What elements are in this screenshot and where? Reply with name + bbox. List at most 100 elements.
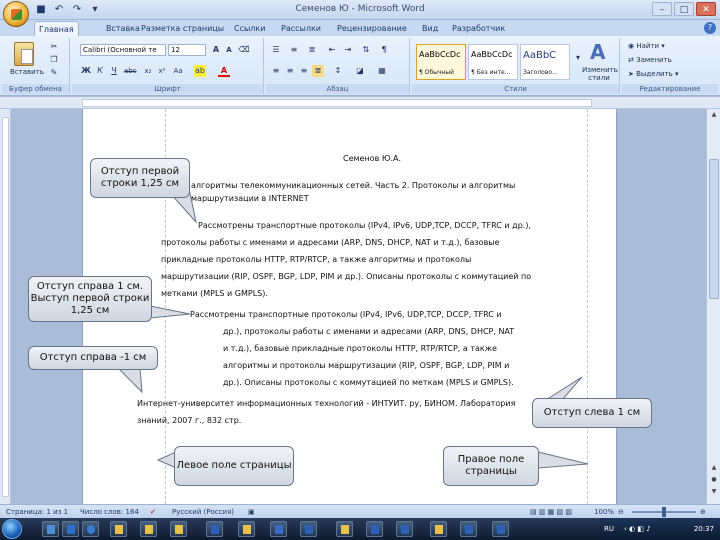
tab-page-layout[interactable]: Разметка страницы bbox=[137, 21, 228, 36]
select-button[interactable]: ➤ Выделить ▾ bbox=[628, 70, 679, 78]
start-button[interactable] bbox=[2, 519, 22, 539]
strikethrough-icon[interactable]: abc bbox=[124, 65, 137, 77]
change-styles-icon[interactable]: A bbox=[590, 40, 605, 64]
decrease-indent-icon[interactable]: ⇤ bbox=[326, 44, 338, 56]
font-color-icon[interactable]: A bbox=[218, 65, 230, 77]
show-marks-icon[interactable]: ¶ bbox=[378, 44, 390, 56]
borders-icon[interactable]: ▦ bbox=[376, 65, 388, 77]
style-heading[interactable]: AaBbC Заголово... bbox=[520, 44, 570, 80]
window-controls: – □ ✕ bbox=[652, 2, 716, 16]
taskbar-item[interactable] bbox=[430, 521, 447, 537]
copy-icon[interactable]: ❐ bbox=[48, 54, 60, 66]
grow-font-icon[interactable]: A bbox=[210, 44, 222, 56]
scroll-up-icon[interactable]: ▲ bbox=[709, 111, 719, 121]
clear-formatting-icon[interactable]: ⌫ bbox=[238, 44, 250, 56]
taskbar-item[interactable] bbox=[62, 521, 79, 537]
styles-scroll-icon[interactable]: ▾ bbox=[572, 52, 584, 64]
align-center-icon[interactable]: ≡ bbox=[284, 65, 296, 77]
paste-icon[interactable] bbox=[14, 42, 34, 66]
tab-references[interactable]: Ссылки bbox=[230, 21, 269, 36]
macro-record-icon[interactable]: ▣ bbox=[248, 505, 255, 519]
multilevel-list-icon[interactable]: ≣ bbox=[306, 44, 318, 56]
zoom-slider[interactable] bbox=[632, 507, 696, 517]
zoom-out-icon[interactable]: ⊖ bbox=[618, 505, 624, 519]
find-button[interactable]: ◉ Найти ▾ bbox=[628, 42, 665, 50]
taskbar-item[interactable] bbox=[460, 521, 477, 537]
font-size-combo[interactable]: 12 bbox=[168, 44, 206, 56]
bullets-icon[interactable]: ☰ bbox=[270, 44, 282, 56]
format-painter-icon[interactable]: ✎ bbox=[48, 67, 60, 79]
subscript-icon[interactable]: x₂ bbox=[142, 65, 154, 77]
taskbar-item[interactable] bbox=[300, 521, 317, 537]
shading-icon[interactable]: ◪ bbox=[354, 65, 366, 77]
previous-page-icon[interactable]: ▲ bbox=[709, 464, 719, 474]
superscript-icon[interactable]: x² bbox=[156, 65, 168, 77]
paste-button-label[interactable]: Вставить bbox=[10, 68, 44, 76]
view-buttons[interactable]: ▤ ▥ ▦ ▧ ▨ bbox=[530, 505, 572, 519]
proofing-icon[interactable]: ✔ bbox=[150, 505, 156, 519]
minimize-button[interactable]: – bbox=[652, 2, 672, 16]
taskbar-item[interactable] bbox=[140, 521, 157, 537]
taskbar-item[interactable] bbox=[170, 521, 187, 537]
taskbar-item[interactable] bbox=[206, 521, 223, 537]
numbering-icon[interactable]: ≡ bbox=[288, 44, 300, 56]
tab-view[interactable]: Вид bbox=[418, 21, 442, 36]
align-left-icon[interactable]: ≡ bbox=[270, 65, 282, 77]
help-icon[interactable]: ? bbox=[704, 22, 716, 34]
font-group-label: Шрифт bbox=[72, 84, 263, 94]
page-count[interactable]: Страница: 1 из 1 bbox=[6, 505, 68, 519]
word-count[interactable]: Число слов: 164 bbox=[80, 505, 139, 519]
tab-mailings[interactable]: Рассылки bbox=[277, 21, 325, 36]
vertical-ruler[interactable] bbox=[0, 109, 11, 504]
office-button[interactable] bbox=[3, 1, 29, 27]
increase-indent-icon[interactable]: ⇥ bbox=[342, 44, 354, 56]
taskbar-item[interactable] bbox=[238, 521, 255, 537]
language-indicator[interactable]: Русский (Россия) bbox=[172, 505, 234, 519]
para2-line: прикладные протоколы HTTP, RTP/RTCP, а т… bbox=[161, 255, 472, 264]
ribbon-tabs: Главная Вставка Разметка страницы Ссылки… bbox=[0, 20, 720, 36]
taskbar-item[interactable] bbox=[396, 521, 413, 537]
para2-line: Рассмотрены транспортные протоколы (IPv4… bbox=[198, 221, 531, 230]
taskbar-item[interactable] bbox=[366, 521, 383, 537]
shrink-font-icon[interactable]: A bbox=[223, 44, 235, 56]
zoom-slider-thumb[interactable] bbox=[662, 507, 666, 517]
italic-icon[interactable]: К bbox=[94, 65, 106, 77]
language-indicator[interactable]: RU bbox=[604, 518, 614, 540]
font-name-combo[interactable]: Calibri (Основной те bbox=[80, 44, 166, 56]
tab-review[interactable]: Рецензирование bbox=[333, 21, 411, 36]
para2-line: протоколы работы с именами и адресами (A… bbox=[161, 238, 500, 247]
clock[interactable]: 20:37 bbox=[694, 518, 714, 540]
horizontal-ruler[interactable] bbox=[0, 97, 720, 109]
justify-icon[interactable]: ≣ bbox=[312, 65, 324, 77]
underline-icon[interactable]: Ч bbox=[108, 65, 120, 77]
taskbar-item[interactable] bbox=[82, 521, 99, 537]
taskbar-item[interactable] bbox=[42, 521, 59, 537]
cut-icon[interactable]: ✂ bbox=[48, 41, 60, 53]
vertical-scrollbar[interactable]: ▲ ▲ ● ▼ bbox=[706, 109, 720, 504]
style-no-spacing[interactable]: AaBbCcDc ¶ Без инте... bbox=[468, 44, 518, 80]
close-button[interactable]: ✕ bbox=[696, 2, 716, 16]
taskbar-item[interactable] bbox=[270, 521, 287, 537]
line-spacing-icon[interactable]: ↕ bbox=[332, 65, 344, 77]
tray-icons[interactable]: ‹ ◐ ◧ ♪ bbox=[624, 518, 651, 540]
para3-line: алгоритмы и протоколы маршрутизации (RIP… bbox=[223, 361, 510, 370]
bold-icon[interactable]: Ж bbox=[80, 65, 92, 77]
taskbar-item[interactable] bbox=[110, 521, 127, 537]
change-case-icon[interactable]: Aa bbox=[172, 65, 184, 77]
zoom-in-icon[interactable]: ⊕ bbox=[700, 505, 706, 519]
tab-home[interactable]: Главная bbox=[34, 21, 79, 36]
scroll-thumb[interactable] bbox=[709, 159, 719, 299]
replace-button[interactable]: ⇄ Заменить bbox=[628, 56, 672, 64]
zoom-level[interactable]: 100% bbox=[594, 505, 614, 519]
browse-object-icon[interactable]: ● bbox=[709, 476, 719, 486]
align-right-icon[interactable]: ≡ bbox=[298, 65, 310, 77]
next-page-icon[interactable]: ▼ bbox=[709, 488, 719, 498]
taskbar-item[interactable] bbox=[492, 521, 509, 537]
sort-icon[interactable]: ⇅ bbox=[360, 44, 372, 56]
maximize-button[interactable]: □ bbox=[674, 2, 694, 16]
taskbar-item[interactable] bbox=[336, 521, 353, 537]
tab-developer[interactable]: Разработчик bbox=[448, 21, 509, 36]
style-normal[interactable]: AaBbCcDc ¶ Обычный bbox=[416, 44, 466, 80]
highlight-icon[interactable]: ab bbox=[194, 65, 206, 77]
change-styles-button[interactable]: Изменить стили bbox=[582, 66, 618, 82]
